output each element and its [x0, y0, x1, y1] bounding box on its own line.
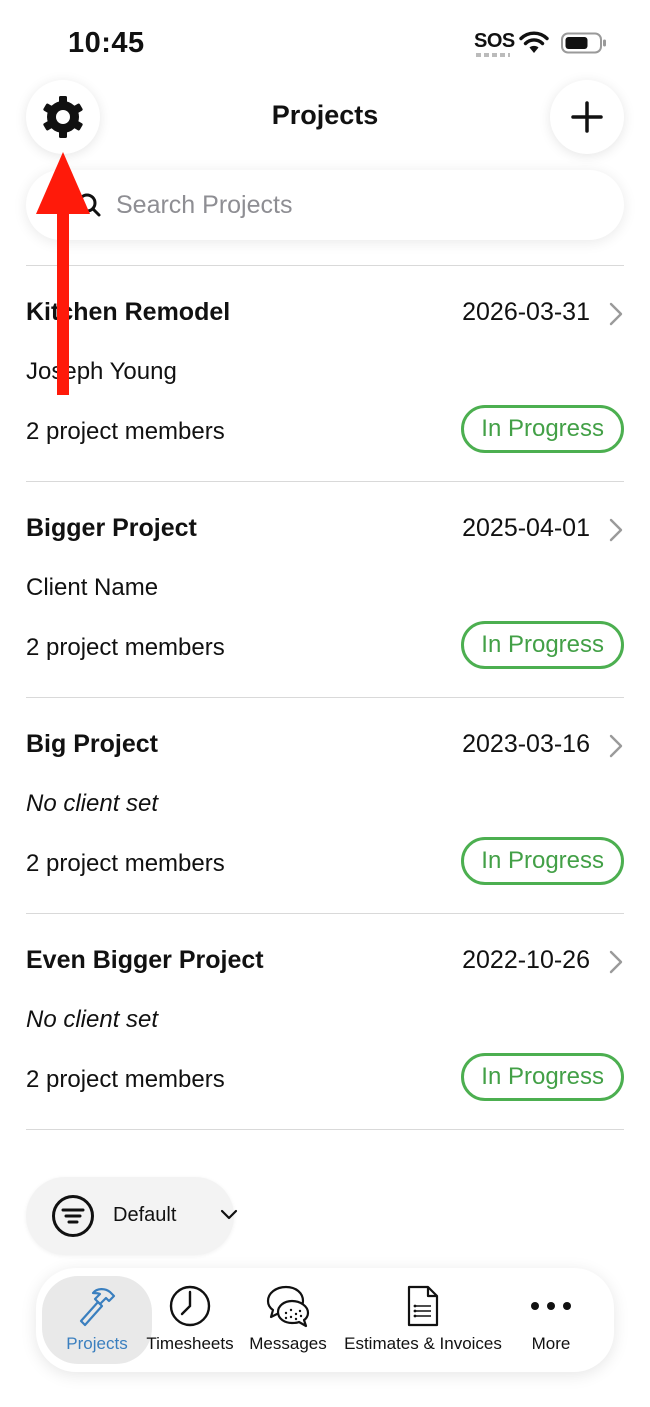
project-members: 2 project members	[26, 418, 225, 445]
project-date: 2025-04-01	[462, 514, 590, 542]
project-row[interactable]: Big Project 2023-03-16 No client set 2 p…	[26, 698, 624, 914]
tab-messages[interactable]: Messages	[244, 1268, 332, 1372]
project-name: Big Project	[26, 730, 158, 758]
status-time: 10:45	[68, 27, 145, 59]
search-bar[interactable]	[26, 170, 624, 240]
status-badge: In Progress	[461, 837, 624, 885]
ellipsis-icon	[531, 1302, 571, 1310]
filter-icon	[52, 1195, 94, 1237]
chevron-right-icon	[609, 950, 623, 974]
tab-estimates-invoices[interactable]: Estimates & Invoices	[336, 1268, 510, 1372]
status-bar: 10:45 SOS	[0, 0, 650, 80]
tab-more[interactable]: More	[514, 1268, 588, 1372]
clock-icon	[169, 1285, 211, 1327]
tab-timesheets[interactable]: Timesheets	[141, 1268, 239, 1372]
tab-label: Estimates & Invoices	[344, 1334, 502, 1353]
chevron-right-icon	[609, 302, 623, 326]
project-list: Kitchen Remodel 2026-03-31 Joseph Young …	[26, 266, 624, 1130]
tab-bar: Projects Timesheets Messages Estimates &…	[36, 1268, 614, 1372]
wifi-icon	[519, 31, 549, 53]
chevron-right-icon	[609, 518, 623, 542]
annotation-arrow-icon	[36, 152, 90, 395]
hammer-icon	[79, 1288, 116, 1327]
tab-projects[interactable]: Projects	[36, 1268, 158, 1372]
status-badge: In Progress	[461, 405, 624, 453]
search-input[interactable]	[116, 186, 596, 224]
project-row[interactable]: Even Bigger Project 2022-10-26 No client…	[26, 914, 624, 1130]
battery-icon	[561, 32, 606, 54]
chat-bubbles-icon	[266, 1285, 310, 1328]
project-row[interactable]: Bigger Project 2025-04-01 Client Name 2 …	[26, 482, 624, 698]
tab-label: Projects	[66, 1334, 128, 1353]
status-badge: In Progress	[461, 621, 624, 669]
project-name: Bigger Project	[26, 514, 197, 542]
project-members: 2 project members	[26, 850, 225, 877]
project-row[interactable]: Kitchen Remodel 2026-03-31 Joseph Young …	[26, 266, 624, 482]
filter-label: Default	[113, 1204, 177, 1226]
project-members: 2 project members	[26, 634, 225, 661]
cellular-signal-icon	[476, 53, 510, 57]
filter-dropdown[interactable]: Default	[26, 1177, 238, 1255]
plus-icon	[571, 101, 603, 133]
chevron-right-icon	[609, 734, 623, 758]
project-date: 2022-10-26	[462, 946, 590, 974]
tab-label: More	[531, 1334, 571, 1353]
project-name: Even Bigger Project	[26, 946, 264, 974]
tab-label: Timesheets	[146, 1334, 234, 1353]
project-client: Client Name	[26, 574, 159, 601]
sos-indicator: SOS	[474, 30, 515, 52]
project-client: No client set	[26, 1006, 159, 1033]
status-badge: In Progress	[461, 1053, 624, 1101]
project-date: 2023-03-16	[462, 730, 590, 758]
add-project-button[interactable]	[550, 80, 624, 154]
tab-label: Messages	[249, 1334, 327, 1353]
header: Projects	[0, 80, 650, 160]
chevron-down-icon	[220, 1209, 238, 1220]
project-client: No client set	[26, 790, 159, 817]
document-icon	[407, 1285, 439, 1327]
project-date: 2026-03-31	[462, 298, 590, 326]
project-members: 2 project members	[26, 1066, 225, 1093]
